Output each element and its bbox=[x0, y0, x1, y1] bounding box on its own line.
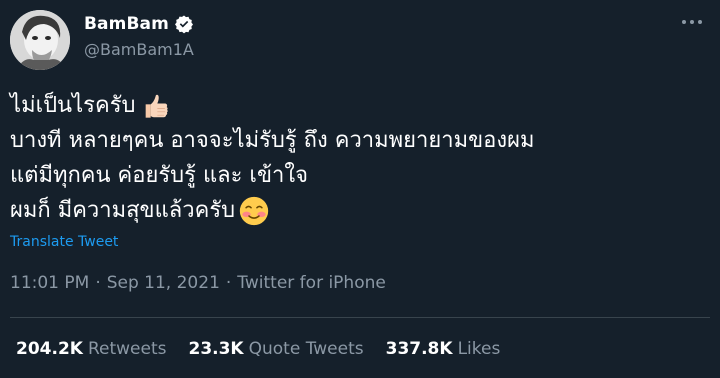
tweet-line-text: บางที หลายๆคน อาจจะไม่รับรู้ ถึง ความพยา… bbox=[10, 128, 535, 153]
meta-separator: · bbox=[95, 273, 101, 293]
tweet-stats: 204.2K Retweets 23.3K Quote Tweets 337.8… bbox=[16, 339, 500, 359]
tweet-line: แต่มีทุกคน ค่อยรับรู้ และ เข้าใจ bbox=[10, 158, 700, 193]
tweet-date[interactable]: Sep 11, 2021 bbox=[107, 273, 220, 293]
tweet-metadata: 11:01 PM · Sep 11, 2021 · Twitter for iP… bbox=[10, 273, 386, 293]
tweet-text: ไม่เป็นไรครับ บางที หลายๆคน อาจจะไม่รับร… bbox=[10, 88, 700, 228]
retweets-stat[interactable]: 204.2K Retweets bbox=[16, 339, 166, 359]
likes-label: Likes bbox=[457, 339, 501, 359]
thumbs-up-icon bbox=[146, 94, 169, 118]
divider bbox=[10, 317, 710, 318]
retweets-count: 204.2K bbox=[16, 339, 83, 359]
author-handle[interactable]: @BamBam1A bbox=[84, 40, 194, 59]
meta-separator: · bbox=[225, 273, 232, 293]
tweet-line-text: ผมก็ มีความสุขแล้วครับ bbox=[10, 198, 236, 223]
quote-tweets-count: 23.3K bbox=[188, 339, 244, 359]
tweet-line: ไม่เป็นไรครับ bbox=[10, 88, 700, 123]
avatar[interactable] bbox=[10, 10, 70, 70]
verified-badge-icon bbox=[174, 15, 193, 34]
quote-tweets-label: Quote Tweets bbox=[248, 339, 364, 359]
likes-count: 337.8K bbox=[385, 339, 453, 359]
tweet-line-text: แต่มีทุกคน ค่อยรับรู้ และ เข้าใจ bbox=[10, 163, 308, 188]
tweet-time[interactable]: 11:01 PM bbox=[10, 273, 89, 293]
more-options-icon[interactable] bbox=[682, 18, 706, 26]
translate-tweet-link[interactable]: Translate Tweet bbox=[10, 234, 118, 250]
quote-tweets-stat[interactable]: 23.3K Quote Tweets bbox=[188, 339, 363, 359]
author-name-row[interactable]: BamBam bbox=[84, 14, 194, 34]
tweet-line-text: ไม่เป็นไรครับ bbox=[10, 93, 136, 118]
blushing-face-icon bbox=[239, 196, 269, 225]
display-name[interactable]: BamBam bbox=[84, 14, 169, 34]
avatar-photo bbox=[10, 10, 70, 70]
retweets-label: Retweets bbox=[87, 339, 167, 359]
tweet-line: ผมก็ มีความสุขแล้วครับ bbox=[10, 193, 700, 228]
tweet-source[interactable]: Twitter for iPhone bbox=[237, 273, 386, 293]
tweet-line: บางที หลายๆคน อาจจะไม่รับรู้ ถึง ความพยา… bbox=[10, 123, 700, 158]
likes-stat[interactable]: 337.8K Likes bbox=[386, 339, 501, 359]
tweet-card: BamBam @BamBam1A ไม่เป็นไรครับ บางที หลา… bbox=[0, 0, 720, 378]
